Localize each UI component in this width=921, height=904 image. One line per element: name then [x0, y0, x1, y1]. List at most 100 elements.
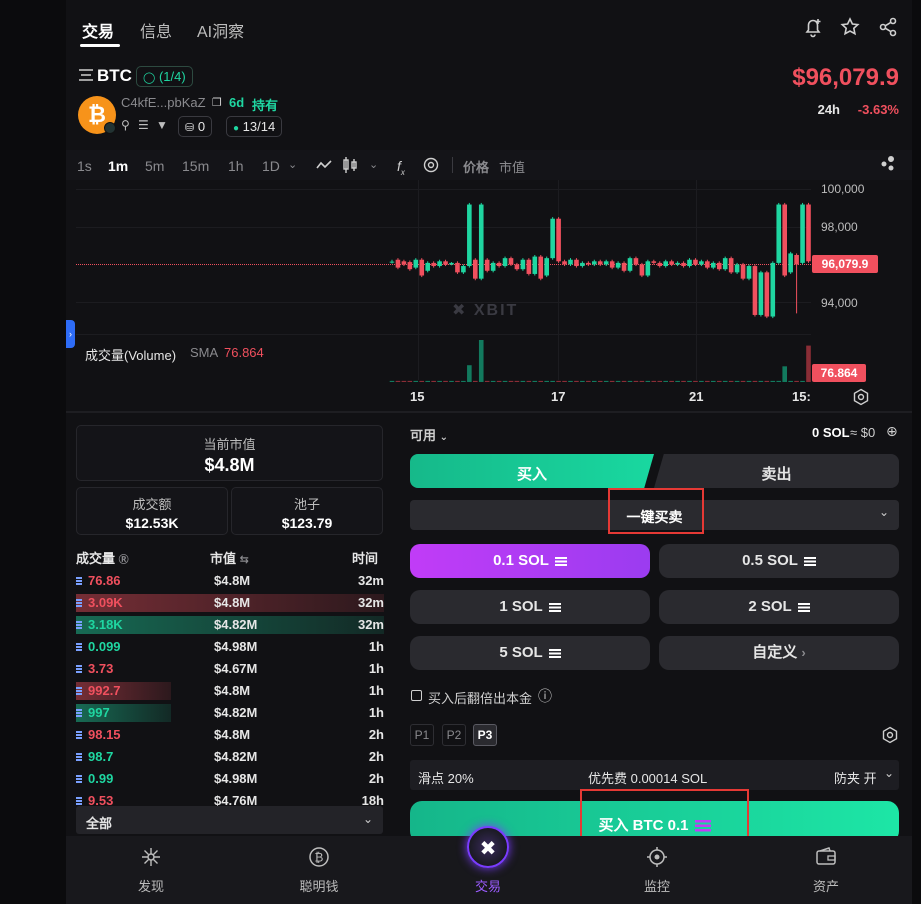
amount-1-button[interactable]: 1 SOL	[410, 590, 650, 624]
preset-p2[interactable]: P2	[442, 724, 466, 746]
nav-trade[interactable]: 交易	[458, 876, 518, 895]
chart-settings-hex-icon[interactable]	[852, 388, 870, 406]
tf-chevron-down-icon[interactable]: ⌄	[288, 158, 297, 171]
nav-monitor[interactable]: 监控	[627, 876, 687, 895]
wallet-count-badge[interactable]: ⛁ 0	[178, 116, 213, 137]
amount-5-button[interactable]: 5 SOL	[410, 636, 650, 670]
trade-row[interactable]: 0.99 $4.98M 2h	[76, 768, 384, 790]
tf-15m[interactable]: 15m	[182, 158, 209, 174]
top-tab-bar: 交易 信息 AI洞察	[66, 0, 912, 56]
volume-bar	[716, 380, 722, 382]
token-address[interactable]: C4kfE...pbKaZ	[121, 95, 206, 110]
trade-settings-bar[interactable]: 滑点 20% 优先费 0.00014 SOL 防夹 开 ⌄	[410, 760, 899, 790]
chart-type-chevron-icon[interactable]: ⌄	[369, 158, 378, 171]
custom-amount-button[interactable]: 自定义 ›	[659, 636, 899, 670]
nav-smart-money[interactable]: 聪明钱	[289, 876, 349, 895]
trade-row[interactable]: 992.7 $4.8M 1h	[76, 680, 384, 702]
preset-p1[interactable]: P1	[410, 724, 434, 746]
amount-label: 2 SOL	[748, 598, 792, 615]
double-checkbox[interactable]	[411, 690, 422, 701]
volume-bar	[586, 380, 591, 382]
trade-volume: 0.99	[88, 771, 114, 786]
candle-body	[603, 261, 609, 265]
monitor-target-icon[interactable]	[646, 846, 668, 868]
trade-time: 32m	[357, 617, 384, 632]
candle-body	[484, 259, 490, 271]
candle-body	[502, 258, 508, 267]
bitcoin-circle-icon[interactable]: ₿	[308, 846, 330, 868]
volume-bar	[550, 380, 555, 382]
amount-label: 0.5 SOL	[742, 552, 798, 569]
col-header-volume[interactable]: 成交量 Ⓡ	[76, 548, 129, 567]
wallet-icon[interactable]	[815, 846, 837, 868]
sell-tab[interactable]: 卖出	[654, 454, 899, 488]
available-label[interactable]: 可用 ⌄	[410, 425, 448, 444]
function-icon[interactable]: fx	[397, 158, 405, 177]
filter-lines-icon[interactable]	[78, 68, 94, 82]
trade-row[interactable]: 76.86 $4.8M 32m	[76, 570, 384, 592]
col-header-mcap[interactable]: 市值 ⇆	[210, 548, 249, 567]
volume-bar	[461, 380, 466, 382]
sidebar-expand-handle[interactable]: ›	[66, 320, 75, 348]
tf-1m[interactable]: 1m	[108, 158, 128, 174]
tf-1h[interactable]: 1h	[228, 158, 244, 174]
copy-icon[interactable]: ❐	[212, 96, 222, 109]
preset-settings-icon[interactable]	[881, 726, 899, 744]
line-chart-icon[interactable]	[316, 158, 332, 172]
tab-ai[interactable]: AI洞察	[197, 18, 244, 42]
trade-row[interactable]: 3.73 $4.67M 1h	[76, 658, 384, 680]
trade-mcap: $4.8M	[214, 595, 251, 610]
trade-center-button[interactable]: ✖	[467, 826, 509, 868]
trade-row[interactable]: 3.18K $4.82M 32m	[76, 614, 384, 636]
discover-icon[interactable]	[140, 846, 162, 868]
nav-discover[interactable]: 发现	[121, 876, 181, 895]
settings-icon[interactable]	[423, 157, 439, 173]
amount-2-button[interactable]: 2 SOL	[659, 590, 899, 624]
trade-row[interactable]: 997 $4.82M 1h	[76, 702, 384, 724]
price-toggle[interactable]: 价格	[463, 157, 489, 176]
tf-1d[interactable]: 1D	[262, 158, 280, 174]
dropdown-triangle-icon[interactable]: ▼	[156, 118, 168, 132]
trade-row[interactable]: 98.15 $4.8M 2h	[76, 724, 384, 746]
trade-row[interactable]: 9.53 $4.76M 18h	[76, 790, 384, 806]
section-divider	[66, 411, 912, 413]
score-badge[interactable]: ● 13/14	[226, 116, 283, 137]
trade-mcap: $4.76M	[214, 793, 258, 806]
share-icon[interactable]	[878, 17, 898, 37]
tab-trade[interactable]: 交易	[82, 18, 114, 42]
candle-chart-icon[interactable]	[342, 156, 358, 174]
trade-row[interactable]: 3.09K $4.8M 32m	[76, 592, 384, 614]
info-icon[interactable]: ⓘ	[538, 686, 552, 706]
candle-body	[556, 218, 561, 262]
search-icon[interactable]: ⚲	[121, 118, 130, 132]
candle-body	[568, 259, 573, 265]
trade-row[interactable]: 98.7 $4.82M 2h	[76, 746, 384, 768]
drawing-tools-icon[interactable]	[880, 155, 896, 171]
preset-p3[interactable]: P3	[473, 724, 497, 746]
tab-info[interactable]: 信息	[140, 18, 172, 42]
bell-add-icon[interactable]	[802, 16, 824, 38]
col-header-volume-label: 成交量	[76, 551, 116, 566]
tf-5m[interactable]: 5m	[145, 158, 164, 174]
star-icon[interactable]	[840, 17, 860, 37]
amount-0.5-button[interactable]: 0.5 SOL	[659, 544, 899, 578]
col-header-time: 时间	[352, 551, 379, 566]
add-funds-icon[interactable]: ⊕	[886, 423, 898, 440]
available-text: 可用	[410, 428, 437, 443]
candle-body	[645, 261, 651, 276]
candle-body	[657, 262, 663, 267]
sol-icon	[76, 621, 82, 629]
sol-icon	[76, 775, 82, 783]
trade-row[interactable]: 0.099 $4.98M 1h	[76, 636, 384, 658]
trade-filter-select[interactable]: 全部 ⌄	[76, 806, 383, 834]
candle-body	[627, 258, 633, 271]
trade-mcap: $4.98M	[214, 771, 258, 786]
verify-badge[interactable]: ◯ (1/4)	[136, 66, 193, 87]
trade-list: 76.86 $4.8M 32m 3.09K $4.8M 32m 3.18K $4.82M 32m…	[66, 570, 396, 806]
nav-assets[interactable]: 资产	[796, 876, 856, 895]
tf-1s[interactable]: 1s	[77, 158, 92, 174]
mcap-toggle[interactable]: 市值	[499, 157, 525, 176]
menu-circle-icon[interactable]: ☰	[138, 118, 149, 132]
amount-0.1-button[interactable]: 0.1 SOL	[410, 544, 650, 578]
buy-tab[interactable]: 买入	[410, 454, 654, 488]
